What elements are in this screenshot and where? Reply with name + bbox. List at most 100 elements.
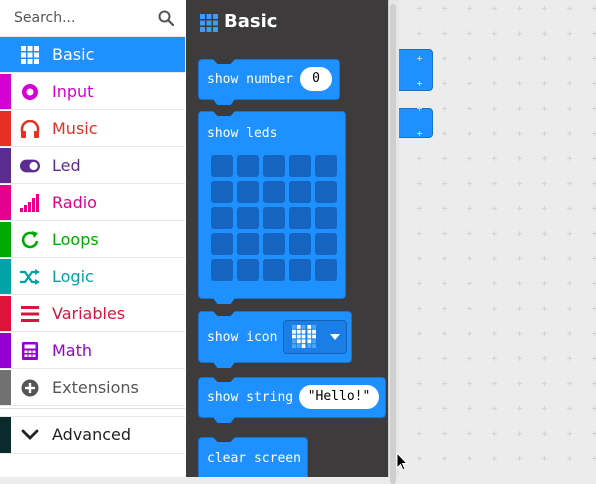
grid-dot [517,6,522,11]
grid-dot [592,81,596,86]
grid-dot [467,381,472,386]
grid-dot [542,31,547,36]
grid-dot [592,56,596,61]
grid-dot [592,331,596,336]
grid-dot [417,406,422,411]
grid-dot [417,131,422,136]
string-input[interactable]: "Hello!" [299,385,379,409]
led-cell[interactable] [237,207,259,229]
grid-dot [442,6,447,11]
category-radio[interactable]: Radio [0,185,185,221]
search-icon[interactable] [158,10,174,26]
led-cell[interactable] [315,155,337,177]
led-cell[interactable] [237,181,259,203]
led-cell[interactable] [315,181,337,203]
grid-dot [592,106,596,111]
grid-dot [467,331,472,336]
grid-dot [492,381,497,386]
grid-dot [517,106,522,111]
led-cell[interactable] [315,207,337,229]
led-cell[interactable] [263,233,285,255]
grid-dot [492,331,497,336]
show-number-block[interactable]: show number 0 [198,59,340,105]
category-color-strip [0,296,11,331]
flyout-scrollbar[interactable] [388,0,399,484]
grid-dot [417,281,422,286]
grid-dot [417,306,422,311]
grid-dot [492,356,497,361]
grid-dot [467,306,472,311]
show-leds-block[interactable]: show leds [198,111,346,304]
led-cell[interactable] [237,155,259,177]
grid-dot [442,281,447,286]
heart-icon [292,325,316,349]
led-cell[interactable] [289,259,311,281]
show-string-block[interactable]: show string "Hello!" [198,377,386,423]
grid-dot [592,431,596,436]
category-basic[interactable]: Basic [0,37,185,73]
category-logic[interactable]: Logic [0,259,185,295]
led-cell[interactable] [263,207,285,229]
icon-dropdown[interactable] [283,320,347,354]
led-cell[interactable] [263,259,285,281]
signal-bars-icon [20,193,40,213]
workspace-block-1[interactable] [395,49,433,91]
category-extensions[interactable]: Extensions [0,370,185,406]
led-cell[interactable] [211,233,233,255]
grid-dot [467,356,472,361]
category-label: Input [52,82,94,101]
grid-dot [542,206,547,211]
led-cell[interactable] [289,233,311,255]
workspace-block-2[interactable] [395,108,433,138]
led-cell[interactable] [237,233,259,255]
list-lines-icon [20,304,40,324]
grid-icon [20,45,40,65]
led-cell[interactable] [211,181,233,203]
led-matrix[interactable] [211,155,337,281]
show-icon-block[interactable]: show icon [198,311,352,368]
category-led[interactable]: Led [0,148,185,184]
led-cell[interactable] [211,259,233,281]
led-cell[interactable] [315,259,337,281]
category-advanced[interactable]: Advanced [0,416,185,454]
led-cell[interactable] [263,155,285,177]
category-music[interactable]: Music [0,111,185,147]
scrollbar-thumb[interactable] [390,4,396,484]
block-label: show icon [207,330,278,345]
led-cell[interactable] [211,155,233,177]
grid-dot [467,31,472,36]
led-cell[interactable] [289,155,311,177]
led-cell[interactable] [263,181,285,203]
led-cell[interactable] [211,207,233,229]
led-cell[interactable] [289,181,311,203]
grid-dot [517,31,522,36]
clear-screen-block[interactable]: clear screen [198,437,308,477]
plus-circle-icon [20,378,40,398]
category-color-strip [0,148,11,183]
led-cell[interactable] [237,259,259,281]
grid-dot [517,356,522,361]
grid-dot [592,281,596,286]
search-input[interactable] [14,8,154,28]
grid-dot [442,31,447,36]
grid-dot [442,381,447,386]
grid-dot [517,206,522,211]
number-input[interactable]: 0 [300,67,332,91]
category-loops[interactable]: Loops [0,222,185,258]
mouse-cursor-icon [396,452,408,471]
grid-dot [492,206,497,211]
category-color-strip [0,185,11,220]
workspace-canvas[interactable] [395,0,596,477]
grid-dot [442,206,447,211]
dropdown-caret-icon [330,334,340,340]
grid-dot [542,231,547,236]
category-variables[interactable]: Variables [0,296,185,332]
grid-dot [417,331,422,336]
led-cell[interactable] [289,207,311,229]
category-input[interactable]: Input [0,74,185,110]
category-math[interactable]: Math [0,333,185,369]
led-cell[interactable] [315,233,337,255]
grid-dot [467,6,472,11]
grid-dot [492,256,497,261]
grid-dot [442,181,447,186]
